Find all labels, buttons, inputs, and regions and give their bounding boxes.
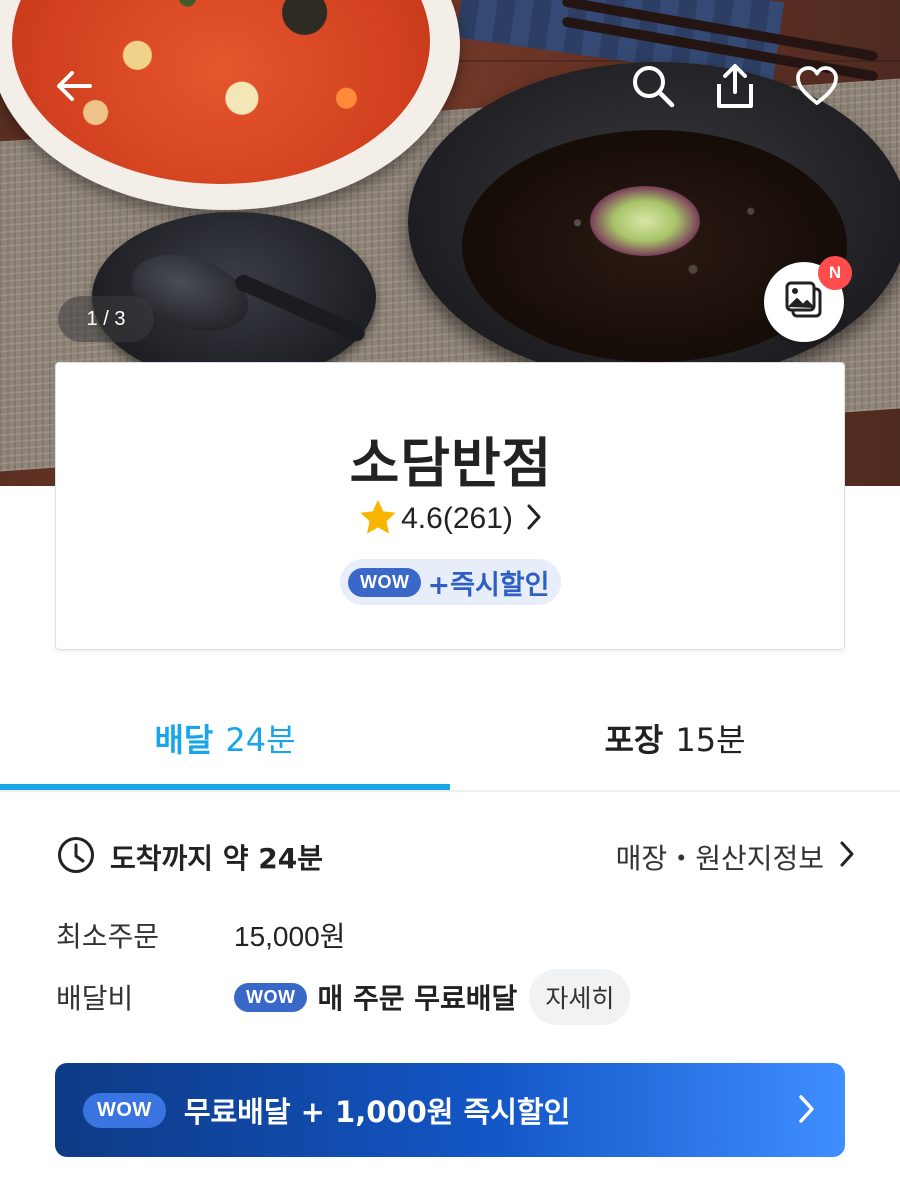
chevron-right-icon [838,840,856,875]
wow-discount-pill: WOW +즉시할인 [340,559,562,605]
delivery-fee-row: 배달비 WOW 매 주문 무료배달 자세히 [56,968,856,1026]
delivery-fee-text: 매 주문 무료배달 [317,982,518,1015]
min-order-label: 최소주문 [56,920,160,953]
sprout-garnish [590,186,700,256]
wow-badge: WOW [234,982,308,1012]
eta-text: 도착까지 약 24분 [110,842,324,875]
tab-label: 포장 [604,721,664,759]
photo-gallery-icon [784,280,824,324]
min-order-value: 15,000원 [234,921,346,952]
active-tab-indicator [0,784,450,790]
store-info-link-label: 매장・원산지정보 [615,842,824,875]
min-order-row: 최소주문 15,000원 [56,912,856,958]
wow-badge: WOW [83,1092,166,1128]
chevron-right-icon [525,503,543,535]
back-arrow-icon[interactable] [46,58,102,114]
detail-button[interactable]: 자세히 [529,969,631,1025]
tab-delivery[interactable]: 배달 24분 [0,688,450,788]
heart-icon[interactable] [789,58,845,114]
store-name: 소담반점 [349,432,553,495]
store-info-card: 소담반점 4.6(261) WOW +즉시할인 [55,362,845,650]
chevron-right-icon [797,1093,817,1129]
rating-value: 4.6(261) [401,502,513,535]
tab-takeout[interactable]: 포장 15분 [450,688,900,788]
store-origin-info-link[interactable]: 매장・원산지정보 [616,832,856,882]
wow-badge: WOW [348,567,422,597]
wow-promo-text: +즉시할인 [427,569,550,601]
clock-icon [56,835,96,879]
rating-link[interactable]: 4.6(261) [56,499,846,539]
eta-row: 도착까지 약 24분 매장・원산지정보 [56,832,856,882]
banner-text: 무료배달 + 1,000원 즉시할인 [183,1095,571,1129]
share-icon[interactable] [707,58,763,114]
tab-time: 24분 [225,721,296,759]
tab-label: 배달 [154,721,214,759]
tab-time: 15분 [675,721,746,759]
delivery-fee-label: 배달비 [56,982,134,1015]
photo-counter: 1 / 3 [58,296,154,342]
new-badge: N [818,256,852,290]
order-type-tabs: 배달 24분 포장 15분 [0,688,900,792]
star-icon [359,499,397,539]
wow-promo-banner[interactable]: WOW 무료배달 + 1,000원 즉시할인 [55,1063,845,1157]
search-icon[interactable] [625,58,681,114]
